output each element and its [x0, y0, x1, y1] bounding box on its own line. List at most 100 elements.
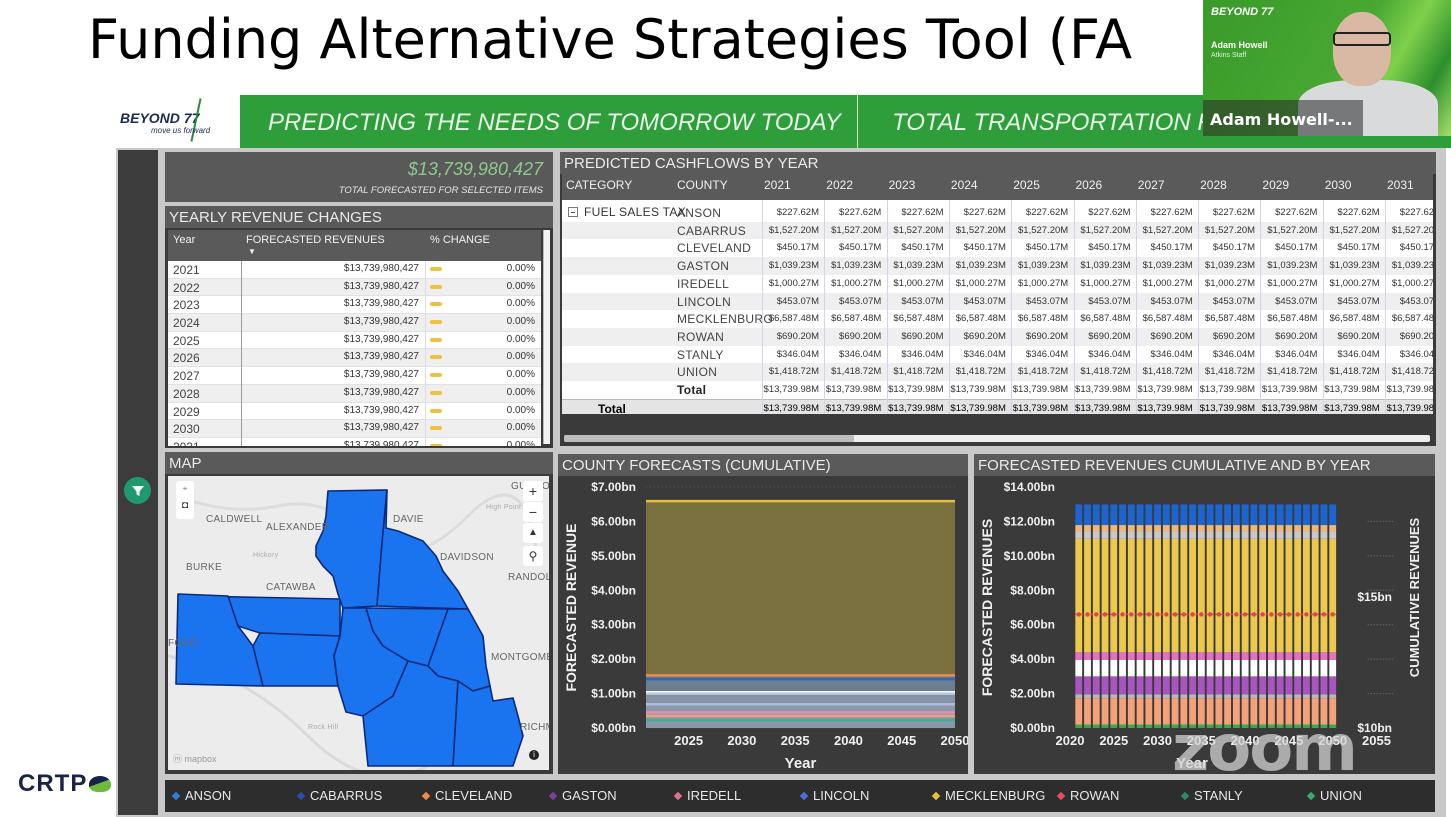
legend-item-cabarrus[interactable]: CABARRUS [296, 788, 382, 803]
table-row[interactable]: 2024 $13,739,980,427 0.00% [168, 314, 541, 332]
county-forecasts-chart[interactable]: $0.00bn $1.00bn $2.00bn $3.00bn $4.00bn $5.00… [558, 476, 968, 774]
column-header-revenues[interactable]: FORECASTED REVENUES [246, 234, 385, 246]
column-header-year[interactable]: 2027 [1138, 178, 1165, 192]
county-cell: GASTON [677, 259, 730, 274]
sort-descending-icon[interactable]: ▼ [248, 247, 256, 256]
matrix-row[interactable]: Total $13,739.98M $13,739.98M $13,739.98M $1… [562, 381, 1433, 399]
value-cell: $227.62M [1212, 207, 1256, 218]
column-header-category[interactable]: CATEGORY [566, 178, 632, 192]
bar-segment-cleveland [1171, 525, 1179, 532]
scrollbar-thumb[interactable] [564, 435, 854, 442]
column-header-year[interactable]: 2025 [1013, 178, 1040, 192]
table-row[interactable]: 2022 $13,739,980,427 0.00% [168, 278, 541, 297]
legend-item-gaston[interactable]: GASTON [548, 788, 617, 803]
table-row[interactable]: 2027 $13,739,980,427 0.00% [168, 367, 541, 385]
table-row[interactable]: 2031 $13,739,980,427 0.00% [168, 438, 541, 446]
column-header-county[interactable]: COUNTY [677, 178, 728, 192]
matrix-row[interactable]: CLEVELAND $450.17M $450.17M $450.17M $450.17… [562, 239, 1433, 257]
value-cell: $1,000.27M [1080, 277, 1131, 289]
legend-item-union[interactable]: UNION [1306, 788, 1362, 803]
value-cell: $13,739.98M [888, 384, 944, 395]
legend-item-lincoln[interactable]: LINCOLN [799, 788, 869, 803]
lasso-select-icon[interactable]: ⌖ [176, 481, 194, 497]
mapbox-attribution[interactable]: ⓜ mapbox [173, 752, 217, 765]
matrix-row[interactable]: GASTON $1,039.23M $1,039.23M $1,039.23M $1,0… [562, 257, 1433, 275]
value-cell: $346.04M [901, 348, 944, 360]
zoom-in-button[interactable]: + [523, 481, 543, 501]
column-header-year[interactable]: Year [173, 234, 195, 246]
column-divider [1385, 200, 1386, 414]
bar-segment-iredell [1206, 652, 1214, 661]
matrix-row[interactable]: ROWAN $690.20M $690.20M $690.20M $690.20M $69… [562, 327, 1433, 346]
column-header-year[interactable]: 2026 [1076, 178, 1103, 192]
legend-marker-icon [799, 791, 809, 801]
table-row[interactable]: 2030 $13,739,980,427 0.00% [168, 420, 541, 438]
legend-item-iredell[interactable]: IREDELL [673, 788, 741, 803]
column-header-year[interactable]: 2030 [1325, 178, 1352, 192]
column-header-year[interactable]: 2024 [951, 178, 978, 192]
bar-segment-mecklenburg [1259, 538, 1267, 653]
bar-segment-rowan [1180, 504, 1188, 526]
legend-marker-icon [1306, 791, 1316, 801]
filter-button[interactable] [124, 477, 151, 504]
legend-item-cleveland[interactable]: CLEVELAND [421, 788, 512, 803]
zoom-out-button[interactable]: − [523, 502, 543, 522]
bar-segment-iredell [1267, 652, 1275, 661]
kpi-label: TOTAL FORECASTED FOR SELECTED ITEMS [338, 185, 543, 196]
bar-segment-cleveland [1127, 525, 1135, 532]
column-header-year[interactable]: 2023 [889, 178, 916, 192]
column-header-change[interactable]: % CHANGE [430, 234, 490, 246]
bar-segment-union [1215, 660, 1223, 677]
matrix-row[interactable]: CABARRUS $1,527.20M $1,527.20M $1,527.20M $1… [562, 221, 1433, 240]
vertical-scrollbar[interactable] [543, 230, 550, 444]
change-cell: 0.00% [506, 316, 535, 328]
column-header-year[interactable]: 2031 [1387, 178, 1414, 192]
county-cell: Total [677, 383, 707, 397]
compass-icon[interactable]: ▲ [523, 523, 543, 543]
value-cell: $13,739.98M [950, 384, 1006, 395]
legend-item-mecklenburg[interactable]: MECKLENBURG [931, 788, 1045, 803]
bar-segment-union [1329, 660, 1337, 677]
matrix-row[interactable]: MECKLENBURG $6,587.48M $6,587.48M $6,587.48… [562, 310, 1433, 328]
matrix-row[interactable]: IREDELL $1,000.27M $1,000.27M $1,000.27M $1,… [562, 275, 1433, 293]
legend-item-stanly[interactable]: STANLY [1180, 788, 1243, 803]
revenue-cell: $13,739,980,427 [343, 316, 419, 328]
bar-segment-iredell [1145, 652, 1153, 661]
column-header-year[interactable]: 2028 [1200, 178, 1227, 192]
map-canvas[interactable]: CALDWELL ALEXANDER DAVIE DAVIDSON BURKE … [168, 476, 549, 770]
table-row[interactable]: 2029 $13,739,980,427 0.00% [168, 403, 541, 421]
video-tile[interactable]: BEYOND 77 Adam Howell Atkins Staff Adam … [1203, 0, 1451, 136]
search-icon[interactable]: ⚲ [523, 546, 543, 566]
value-cell: $450.17M [1399, 242, 1433, 254]
county-cell: UNION [677, 365, 718, 380]
matrix-row[interactable]: ANSON $227.62M $227.62M $227.62M $227.62M $22… [562, 204, 1433, 222]
matrix-row[interactable]: STANLY $346.04M $346.04M $346.04M $346.04M $3… [562, 346, 1433, 364]
change-cell: 0.00% [506, 298, 535, 310]
matrix-row[interactable]: UNION $1,418.72M $1,418.72M $1,418.72M $1,41… [562, 363, 1433, 381]
table-row[interactable]: 2028 $13,739,980,427 0.00% [168, 384, 541, 403]
column-header-year[interactable]: 2029 [1262, 178, 1289, 192]
legend-item-anson[interactable]: ANSON [171, 788, 231, 803]
table-row[interactable]: 2025 $13,739,980,427 0.00% [168, 332, 541, 350]
value-cell: $1,039.23M [1329, 260, 1380, 272]
bar-segment-anson [1101, 694, 1109, 699]
collapse-icon[interactable] [568, 207, 578, 217]
matrix-row[interactable]: LINCOLN $453.07M $453.07M $453.07M $453.07M $… [562, 292, 1433, 311]
value-cell: $453.07M [1025, 295, 1069, 307]
bar-segment-mecklenburg [1320, 538, 1328, 653]
legend-item-rowan[interactable]: ROWAN [1056, 788, 1119, 803]
column-header-year[interactable]: 2021 [764, 178, 791, 192]
category-row-header[interactable]: FUEL SALES TAX [568, 205, 686, 219]
column-header-year[interactable]: 2022 [826, 178, 853, 192]
table-row[interactable]: 2026 $13,739,980,427 0.00% [168, 349, 541, 368]
x-tick-label: 2055 [1362, 733, 1391, 748]
table-row[interactable]: 2021 $13,739,980,427 0.00% [168, 261, 541, 279]
info-icon[interactable]: i [529, 750, 539, 760]
bar-segment-cleveland [1250, 525, 1258, 532]
bar-segment-union [1084, 660, 1091, 677]
column-divider [762, 200, 763, 414]
rectangle-select-icon[interactable]: ◘ [176, 497, 194, 515]
horizontal-scrollbar[interactable] [564, 435, 1430, 442]
value-cell: $6,587.48M [955, 313, 1006, 325]
table-row[interactable]: 2023 $13,739,980,427 0.00% [168, 296, 541, 315]
